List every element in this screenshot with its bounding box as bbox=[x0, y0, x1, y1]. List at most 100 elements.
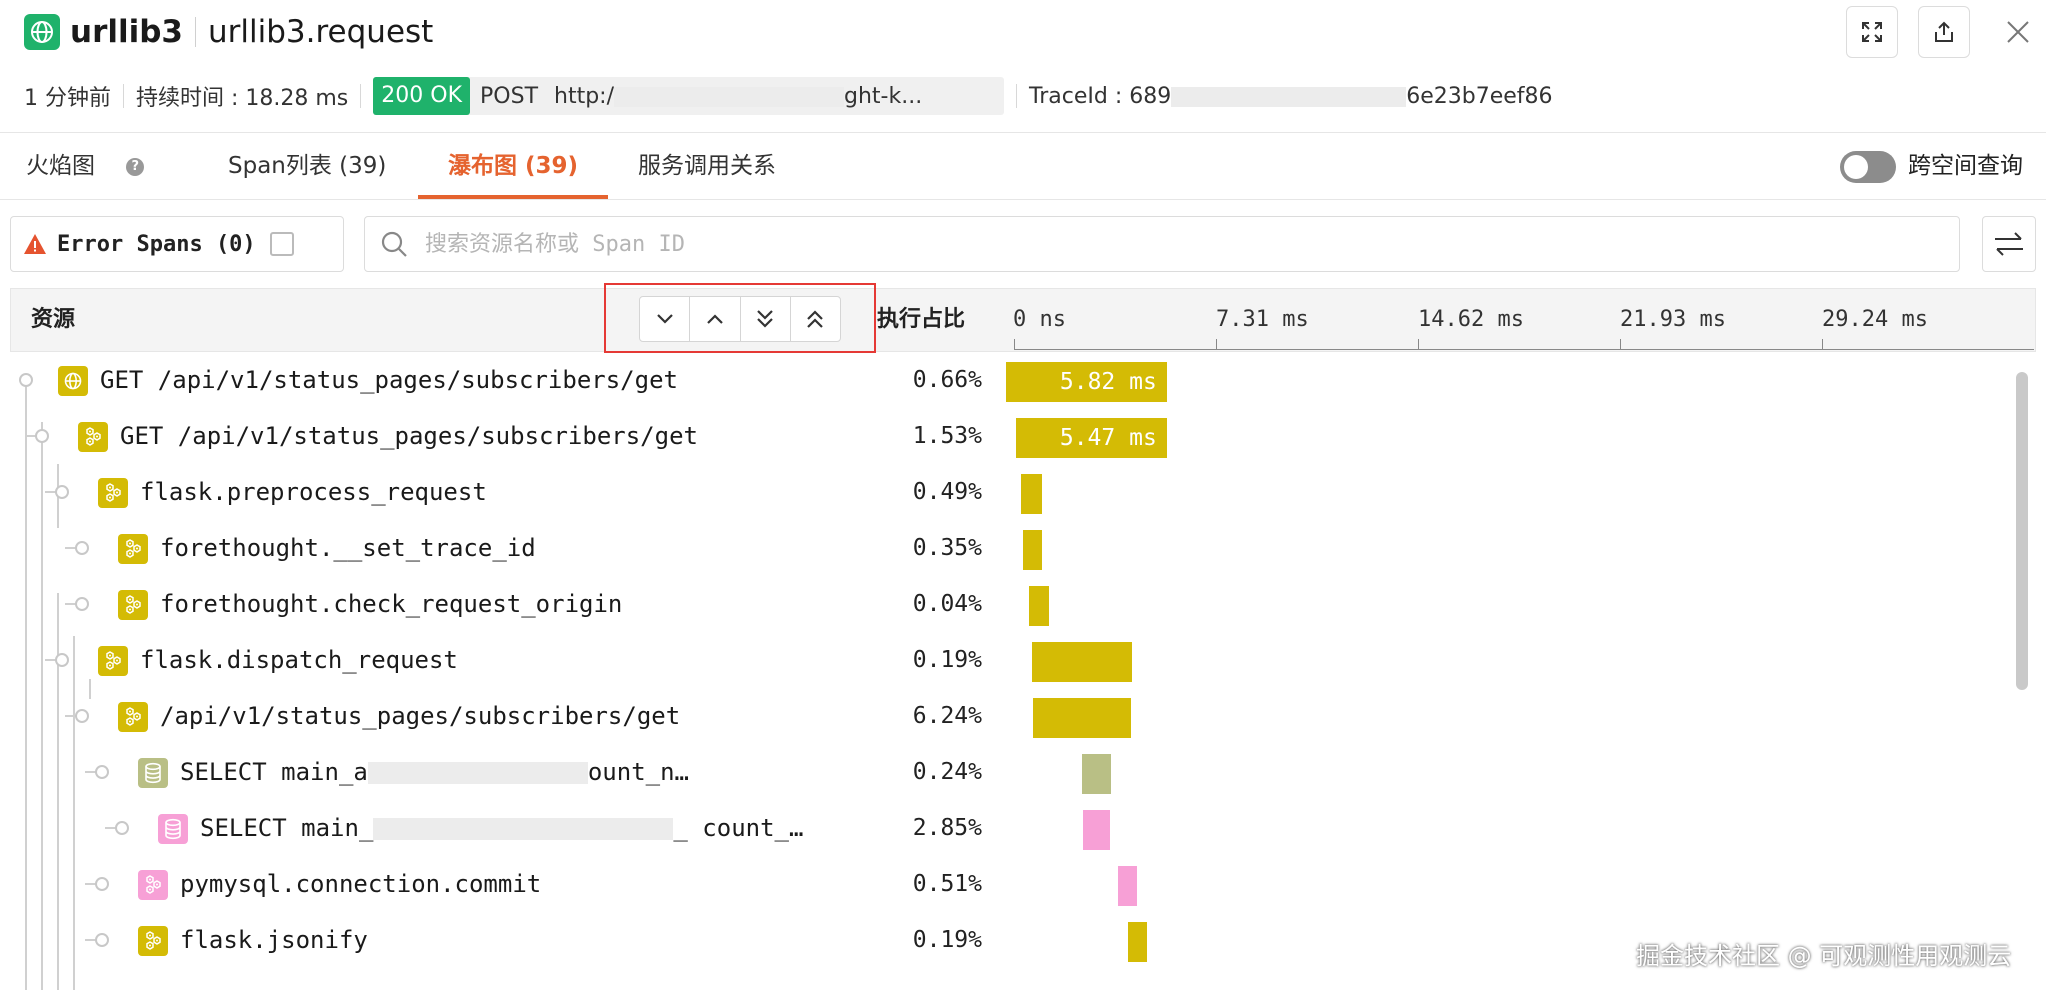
span-name-text: GET /api/v1/status_pages/subscribers/get bbox=[100, 366, 678, 394]
help-icon[interactable]: ? bbox=[126, 157, 145, 176]
globe-icon bbox=[58, 366, 88, 396]
error-spans-filter[interactable]: Error Spans (0) bbox=[10, 216, 344, 272]
swap-arrows-icon bbox=[1995, 232, 2023, 256]
span-duration-bar[interactable] bbox=[1029, 586, 1049, 626]
span-duration-bar[interactable] bbox=[1083, 810, 1110, 850]
span-name-text: SELECT main_ bbox=[200, 814, 374, 842]
tree-node-toggle[interactable] bbox=[75, 709, 89, 723]
span-name-tail: ount_n… bbox=[587, 758, 689, 786]
double-chevron-up-icon bbox=[807, 310, 824, 328]
error-spans-checkbox[interactable] bbox=[269, 232, 294, 256]
vertical-scrollbar[interactable] bbox=[2016, 372, 2028, 690]
span-row[interactable]: forethought.check_request_origin 0.04% bbox=[10, 576, 2000, 632]
span-row[interactable]: SELECT main_a ount_n… 0.24% bbox=[10, 744, 2000, 800]
span-name-text: pymysql.connection.commit bbox=[180, 870, 542, 898]
span-duration-bar[interactable] bbox=[1032, 698, 1131, 738]
tab-span-list[interactable]: Span列表 (39) bbox=[228, 133, 386, 199]
span-exec-ratio: 6.24% bbox=[912, 703, 982, 729]
title-row: urllib3 urllib3.request bbox=[24, 10, 433, 54]
tab-flame-graph[interactable]: 火焰图 ? bbox=[26, 133, 145, 199]
toggle-knob bbox=[1844, 155, 1868, 179]
span-name: urllib3.request bbox=[208, 14, 434, 50]
column-settings-button[interactable] bbox=[1982, 216, 2036, 272]
span-row[interactable]: SELECT main_ _ count_… 2.85% bbox=[10, 800, 2000, 856]
hexagon-gear-icon bbox=[78, 422, 108, 452]
next-span-button[interactable] bbox=[640, 297, 691, 341]
span-name-text: /api/v1/status_pages/subscribers/get bbox=[160, 702, 681, 730]
span-row[interactable]: forethought.__set_trace_id 0.35% bbox=[10, 520, 2000, 576]
url-tail: ght-k... bbox=[844, 83, 923, 109]
timeline-axis-line bbox=[1014, 349, 2034, 350]
database-icon bbox=[158, 814, 188, 844]
request-url[interactable]: http:/ ght-k... bbox=[554, 84, 1004, 109]
close-button[interactable] bbox=[2000, 14, 2036, 50]
trace-id[interactable]: TraceId : 689 6e23b7eef86 bbox=[1029, 84, 1553, 109]
span-resource-name: flask.jsonify bbox=[180, 912, 830, 968]
search-input[interactable] bbox=[423, 230, 1907, 258]
tick-mark bbox=[1014, 339, 1015, 349]
hexagon-gear-icon bbox=[138, 926, 168, 956]
span-detail-header: urllib3 urllib3.request 1 分钟前 持续时间 : 18.… bbox=[0, 0, 2046, 132]
http-method: POST bbox=[480, 83, 539, 109]
span-exec-ratio: 0.51% bbox=[912, 871, 982, 897]
view-tabs: 火焰图 ? Span列表 (39) 瀑布图 (39) 服务调用关系 跨空间查询 bbox=[0, 132, 2046, 200]
tree-node-toggle[interactable] bbox=[115, 821, 129, 835]
span-row[interactable]: flask.preprocess_request 0.49% bbox=[10, 464, 2000, 520]
duration: 持续时间 : 18.28 ms bbox=[136, 86, 349, 111]
span-duration-bar[interactable] bbox=[1081, 754, 1111, 794]
share-icon bbox=[1935, 21, 1953, 42]
tick-label: 29.24 ms bbox=[1822, 307, 1928, 332]
warning-icon bbox=[24, 234, 46, 254]
span-exec-ratio: 0.19% bbox=[912, 927, 982, 953]
divider bbox=[1016, 84, 1018, 108]
prev-span-button[interactable] bbox=[690, 297, 741, 341]
span-navigation bbox=[639, 296, 841, 342]
tree-node-toggle[interactable] bbox=[95, 933, 109, 947]
span-duration-bar[interactable]: 5.47 ms bbox=[1015, 418, 1167, 458]
cross-space-toggle[interactable] bbox=[1840, 151, 1896, 183]
span-name-text: GET /api/v1/status_pages/subscribers/get bbox=[120, 422, 698, 450]
span-resource-name: forethought.check_request_origin bbox=[160, 576, 830, 632]
tree-node-toggle[interactable] bbox=[19, 373, 33, 387]
span-resource-name: flask.preprocess_request bbox=[140, 464, 830, 520]
fullscreen-button[interactable] bbox=[1846, 6, 1898, 58]
span-duration-bar[interactable] bbox=[1117, 866, 1138, 906]
tree-node-toggle[interactable] bbox=[55, 485, 69, 499]
span-name-text: flask.preprocess_request bbox=[140, 478, 487, 506]
tree-node-toggle[interactable] bbox=[95, 765, 109, 779]
tree-node-toggle[interactable] bbox=[55, 653, 69, 667]
span-tree: GET /api/v1/status_pages/subscribers/get… bbox=[10, 352, 2020, 990]
span-duration-bar[interactable] bbox=[1127, 922, 1147, 962]
span-resource-name: pymysql.connection.commit bbox=[180, 856, 830, 912]
divider bbox=[360, 84, 362, 108]
tree-node-toggle[interactable] bbox=[35, 429, 49, 443]
span-row[interactable]: pymysql.connection.commit 0.51% bbox=[10, 856, 2000, 912]
span-row[interactable]: GET /api/v1/status_pages/subscribers/get… bbox=[10, 352, 2000, 408]
span-exec-ratio: 0.04% bbox=[912, 591, 982, 617]
span-duration-bar[interactable] bbox=[1021, 474, 1042, 514]
error-spans-label: Error Spans (0) bbox=[57, 231, 256, 257]
search-box[interactable] bbox=[364, 216, 1960, 272]
search-icon bbox=[381, 231, 407, 257]
share-button[interactable] bbox=[1918, 6, 1970, 58]
span-row[interactable]: GET /api/v1/status_pages/subscribers/get… bbox=[10, 408, 2000, 464]
span-resource-name: SELECT main_ _ count_… bbox=[200, 800, 830, 856]
collapse-all-button[interactable] bbox=[791, 297, 840, 341]
meta-row: 1 分钟前 持续时间 : 18.28 ms 200 OK POST http:/… bbox=[24, 76, 1553, 116]
hexagon-gear-icon bbox=[98, 646, 128, 676]
tree-node-toggle[interactable] bbox=[75, 597, 89, 611]
span-duration-bar[interactable] bbox=[1022, 530, 1042, 570]
expand-all-button[interactable] bbox=[741, 297, 791, 341]
tree-node-toggle[interactable] bbox=[95, 877, 109, 891]
tree-node-toggle[interactable] bbox=[75, 541, 89, 555]
divider bbox=[195, 17, 196, 47]
redacted-block bbox=[373, 818, 674, 840]
span-row[interactable]: flask.dispatch_request 0.19% bbox=[10, 632, 2000, 688]
tab-service-map[interactable]: 服务调用关系 bbox=[638, 133, 776, 199]
request-summary: 200 OK POST http:/ ght-k... bbox=[373, 77, 1005, 115]
span-row[interactable]: /api/v1/status_pages/subscribers/get 6.24… bbox=[10, 688, 2000, 744]
span-resource-name: /api/v1/status_pages/subscribers/get bbox=[160, 688, 830, 744]
tab-waterfall[interactable]: 瀑布图 (39) bbox=[418, 133, 608, 199]
span-duration-bar[interactable]: 5.82 ms bbox=[1006, 362, 1167, 402]
span-duration-bar[interactable] bbox=[1032, 642, 1132, 682]
